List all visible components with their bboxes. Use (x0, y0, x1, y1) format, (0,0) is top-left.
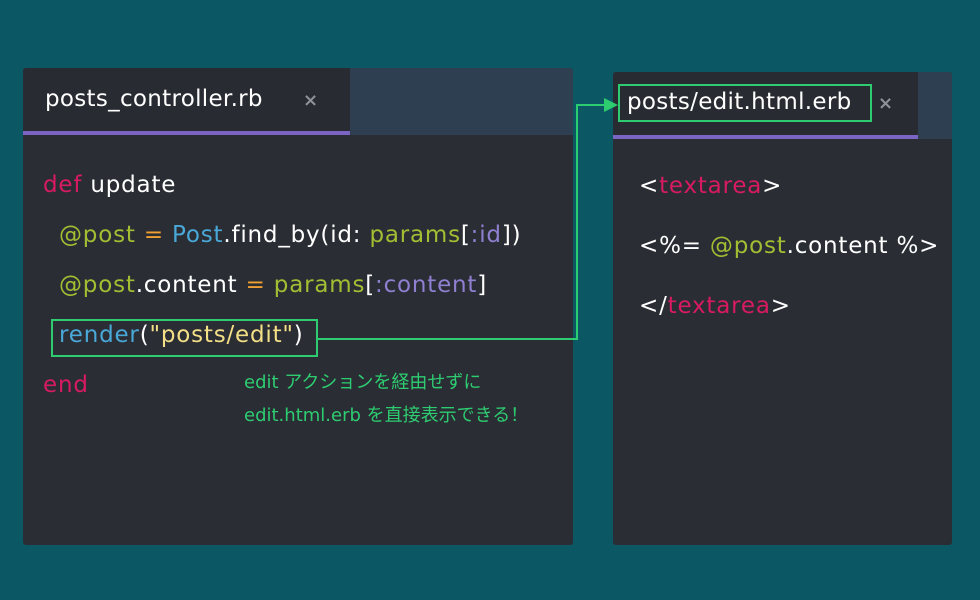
arrow-head-icon (604, 98, 618, 112)
connector-arrow (318, 98, 618, 340)
connector-line (318, 104, 606, 340)
